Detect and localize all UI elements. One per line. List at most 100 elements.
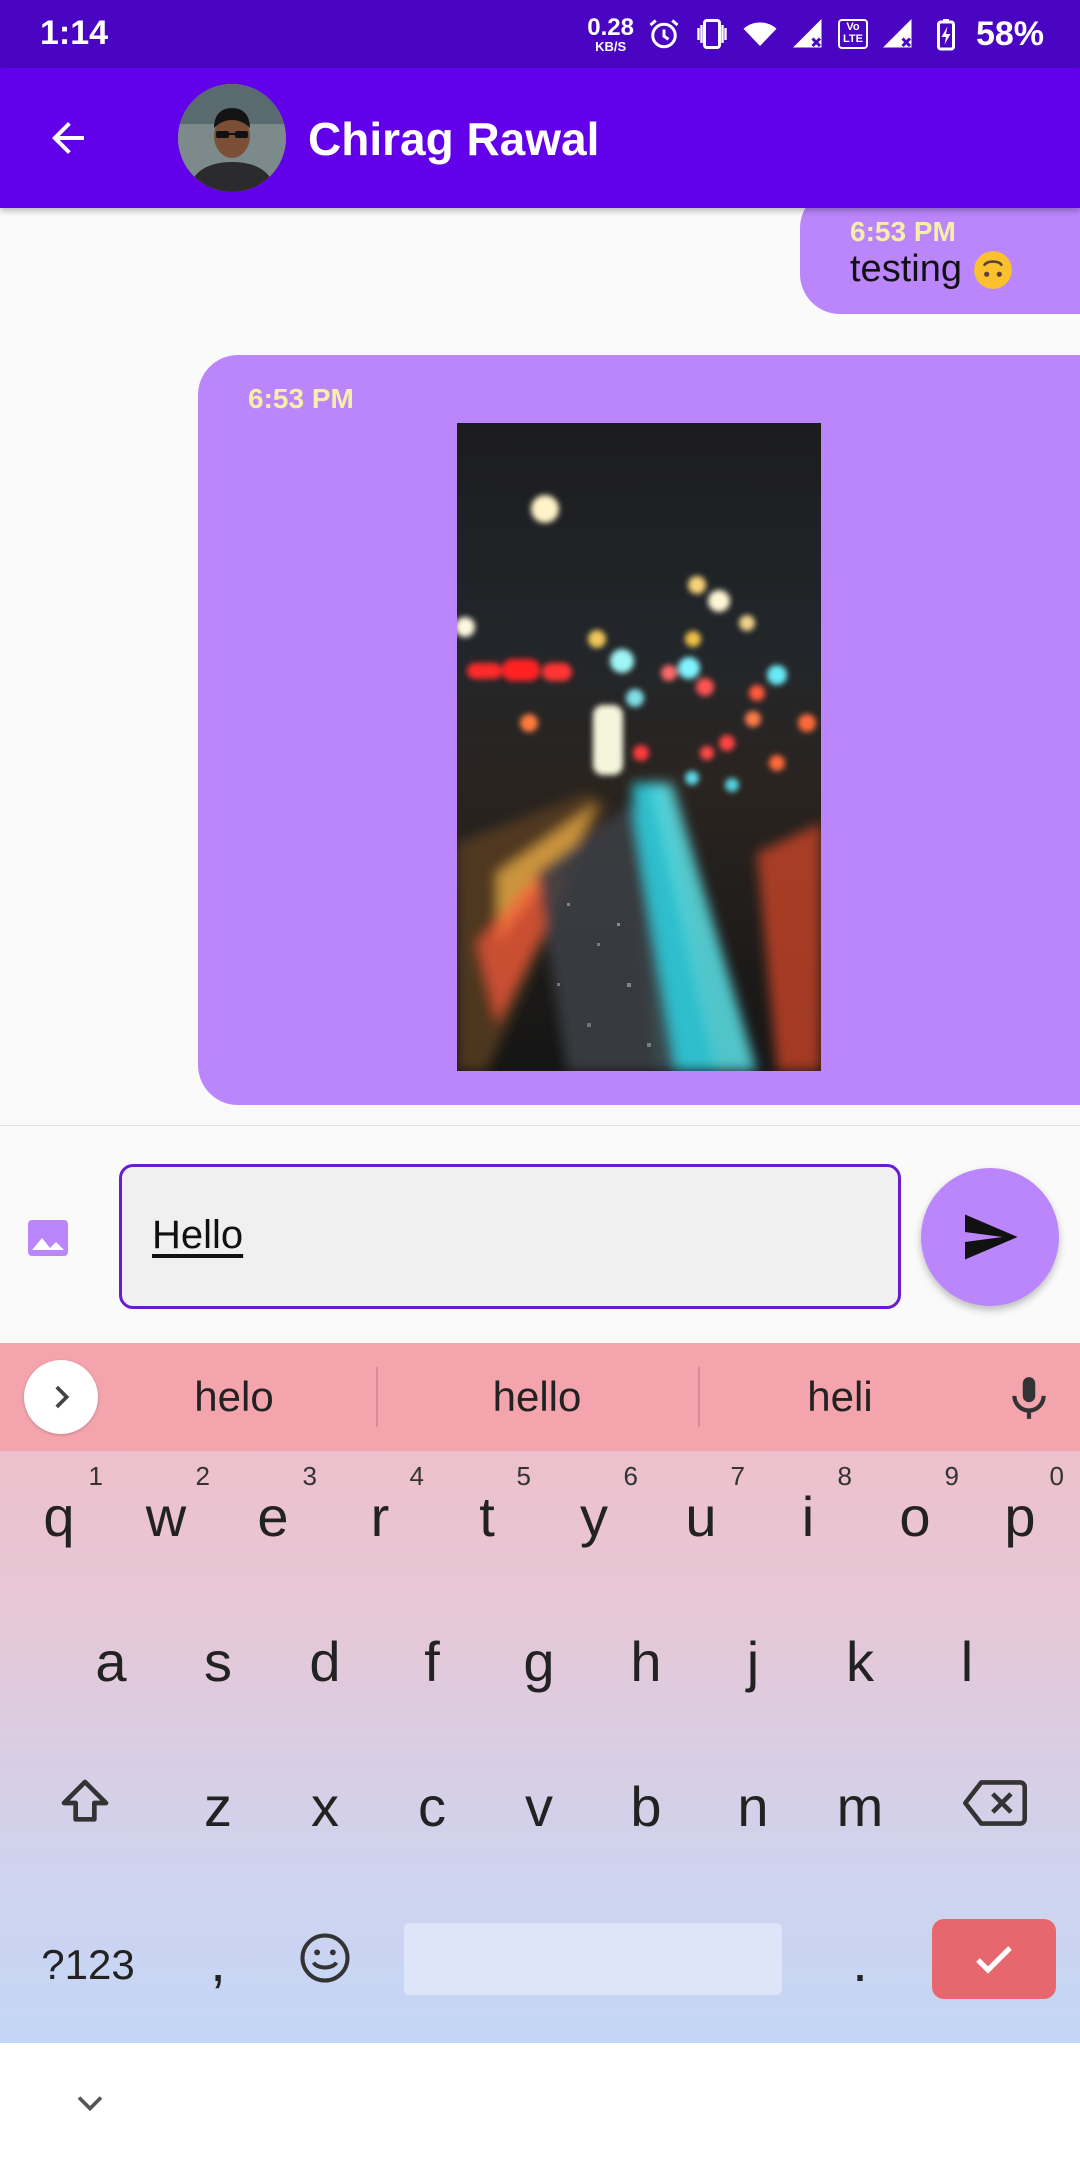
key-q[interactable]: q1 bbox=[7, 1453, 111, 1583]
key-letter: a bbox=[95, 1630, 127, 1693]
message-time: 6:53 PM bbox=[850, 216, 956, 247]
key-d[interactable]: d bbox=[273, 1598, 377, 1728]
status-icons: 0.28 KB/S Vo LTE 58% bbox=[587, 10, 1044, 58]
key-w[interactable]: w2 bbox=[114, 1453, 218, 1583]
key-y[interactable]: y6 bbox=[542, 1453, 646, 1583]
emoji-key[interactable] bbox=[285, 1918, 365, 1998]
key-c[interactable]: c bbox=[380, 1743, 484, 1873]
key-letter: d bbox=[309, 1630, 341, 1693]
app-bar: Chirag Rawal bbox=[0, 68, 1080, 208]
key-letter: g bbox=[523, 1630, 555, 1693]
status-bar: 1:14 0.28 KB/S Vo LTE 58% bbox=[0, 0, 1080, 68]
key-n[interactable]: n bbox=[701, 1743, 805, 1873]
key-k[interactable]: k bbox=[808, 1598, 912, 1728]
suggestion-item[interactable]: helo bbox=[114, 1373, 354, 1421]
message-time: 6:53 PM bbox=[248, 383, 354, 414]
send-button[interactable] bbox=[921, 1168, 1059, 1306]
symbols-key[interactable]: ?123 bbox=[18, 1925, 158, 2005]
message-bubble[interactable]: 6:53 PM testing bbox=[800, 208, 1080, 314]
key-letter: n bbox=[737, 1775, 769, 1838]
message-image[interactable] bbox=[457, 423, 821, 1071]
lte-label: LTE bbox=[842, 33, 863, 45]
key-letter: f bbox=[424, 1630, 440, 1693]
mic-icon[interactable] bbox=[1004, 1371, 1054, 1425]
key-hint: 7 bbox=[730, 1461, 745, 1491]
key-s[interactable]: s bbox=[166, 1598, 270, 1728]
smiley-icon bbox=[300, 1933, 350, 1983]
key-f[interactable]: f bbox=[380, 1598, 484, 1728]
key-letter: c bbox=[418, 1775, 446, 1838]
volte-badge: Vo LTE bbox=[837, 19, 868, 49]
key-hint: 6 bbox=[623, 1461, 638, 1491]
key-p[interactable]: p0 bbox=[968, 1453, 1072, 1583]
key-letter: o bbox=[899, 1485, 931, 1548]
key-m[interactable]: m bbox=[808, 1743, 912, 1873]
wifi-icon bbox=[743, 22, 777, 46]
key-letter: w bbox=[145, 1485, 187, 1548]
enter-key[interactable] bbox=[932, 1919, 1056, 1999]
chevron-down-icon[interactable] bbox=[68, 2081, 112, 2125]
key-r[interactable]: r4 bbox=[328, 1453, 432, 1583]
space-key[interactable] bbox=[404, 1923, 782, 1995]
expand-toolbar-button[interactable] bbox=[24, 1360, 98, 1434]
backspace-key[interactable] bbox=[940, 1763, 1050, 1843]
key-letter: m bbox=[836, 1775, 884, 1838]
chat-title: Chirag Rawal bbox=[308, 113, 600, 165]
key-letter: , bbox=[210, 1930, 226, 1993]
key-l[interactable]: l bbox=[915, 1598, 1019, 1728]
key-hint: 2 bbox=[195, 1461, 210, 1491]
soft-keyboard: helo hello heli q1 w2 e3 r4 t5 y6 u7 i8 … bbox=[0, 1343, 1080, 2043]
key-o[interactable]: o9 bbox=[863, 1453, 967, 1583]
period-key[interactable]: . bbox=[808, 1898, 912, 2008]
arrow-back-icon bbox=[52, 122, 84, 154]
key-letter: y bbox=[580, 1485, 608, 1548]
key-letter: z bbox=[204, 1775, 232, 1838]
key-t[interactable]: t5 bbox=[435, 1453, 539, 1583]
image-message-bubble[interactable]: 6:53 PM bbox=[198, 355, 1080, 1105]
signal-icon bbox=[792, 19, 822, 48]
backspace-icon bbox=[963, 1780, 1027, 1826]
key-letter: t bbox=[479, 1485, 495, 1548]
key-b[interactable]: b bbox=[594, 1743, 698, 1873]
message-text: testing bbox=[850, 248, 962, 290]
key-z[interactable]: z bbox=[166, 1743, 270, 1873]
key-hint: 0 bbox=[1049, 1461, 1064, 1491]
check-icon bbox=[976, 1946, 1012, 1974]
key-letter: i bbox=[801, 1485, 815, 1548]
key-j[interactable]: j bbox=[701, 1598, 805, 1728]
message-input[interactable]: Hello bbox=[119, 1164, 901, 1309]
key-letter: b bbox=[630, 1775, 662, 1838]
key-letter: h bbox=[630, 1630, 662, 1693]
chevron-right-icon bbox=[55, 1385, 70, 1409]
key-h[interactable]: h bbox=[594, 1598, 698, 1728]
message-input-value: Hello bbox=[152, 1213, 244, 1257]
key-x[interactable]: x bbox=[273, 1743, 377, 1873]
key-letter: x bbox=[311, 1775, 339, 1838]
attach-image-button[interactable] bbox=[24, 1214, 72, 1262]
key-u[interactable]: u7 bbox=[649, 1453, 753, 1583]
network-speed-unit: KB/S bbox=[595, 38, 627, 54]
shift-icon bbox=[61, 1779, 109, 1822]
key-hint: 4 bbox=[409, 1461, 424, 1491]
suggestion-divider bbox=[376, 1367, 378, 1427]
message-text-row: testing bbox=[850, 248, 1014, 291]
suggestion-item[interactable]: heli bbox=[720, 1373, 960, 1421]
key-hint: 1 bbox=[88, 1461, 103, 1491]
key-g[interactable]: g bbox=[487, 1598, 591, 1728]
key-a[interactable]: a bbox=[59, 1598, 163, 1728]
key-i[interactable]: i8 bbox=[756, 1453, 860, 1583]
message-composer: Hello bbox=[0, 1125, 1080, 1343]
key-hint: 3 bbox=[302, 1461, 317, 1491]
key-letter: u bbox=[685, 1485, 717, 1548]
suggestion-item[interactable]: hello bbox=[417, 1373, 657, 1421]
key-hint: 9 bbox=[944, 1461, 959, 1491]
shift-key[interactable] bbox=[30, 1763, 140, 1843]
comma-key[interactable]: , bbox=[166, 1898, 270, 2008]
avatar[interactable] bbox=[178, 84, 286, 192]
key-letter: k bbox=[846, 1630, 874, 1693]
back-button[interactable] bbox=[36, 110, 100, 166]
key-e[interactable]: e3 bbox=[221, 1453, 325, 1583]
key-v[interactable]: v bbox=[487, 1743, 591, 1873]
message-list[interactable]: 6:53 PM testing 6:53 PM bbox=[0, 208, 1080, 1125]
avatar-photo bbox=[178, 84, 286, 192]
